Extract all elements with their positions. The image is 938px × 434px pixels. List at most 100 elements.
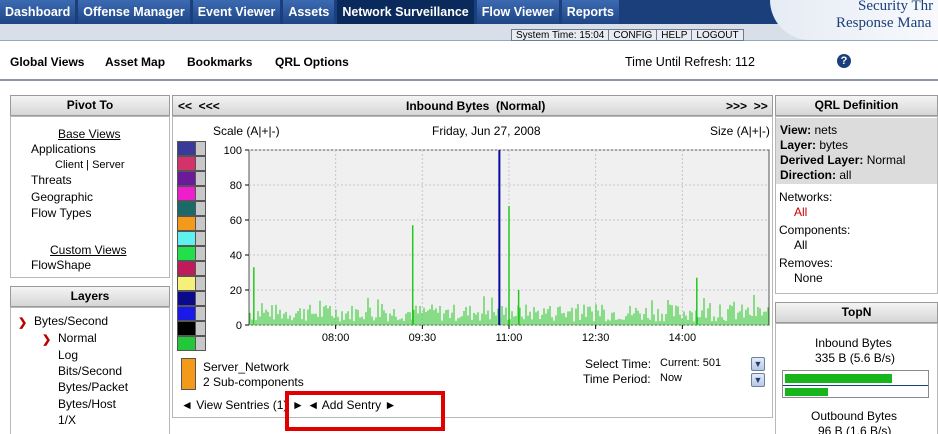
tab-assets[interactable]: Assets	[283, 0, 335, 24]
swatch-toggle[interactable]	[196, 276, 206, 291]
color-swatch[interactable]	[177, 216, 196, 231]
menu-asset-map[interactable]: Asset Map	[105, 55, 165, 69]
logout-link[interactable]: LOGOUT	[692, 29, 744, 41]
legend-name[interactable]: Server_Network	[203, 360, 289, 374]
color-swatch[interactable]	[177, 156, 196, 171]
qrl-direction-label: Direction:	[780, 168, 837, 182]
help-icon[interactable]: ?	[837, 54, 851, 68]
qrl-info-box: View: nets Layer: bytes Derived Layer: N…	[776, 118, 937, 184]
pivot-flowshape[interactable]: FlowShape	[31, 258, 91, 272]
swatch-toggle[interactable]	[196, 171, 206, 186]
x-tick-label: 09:30	[409, 332, 437, 344]
swatch-toggle[interactable]	[196, 291, 206, 306]
graph-nav-forward[interactable]: >>> >>	[726, 99, 768, 113]
topn-inbound-bars[interactable]	[782, 370, 929, 398]
color-swatch[interactable]	[177, 306, 196, 321]
topn-inbound-bar-top-fill	[785, 374, 893, 383]
color-swatch[interactable]	[177, 231, 196, 246]
color-swatch[interactable]	[177, 321, 196, 336]
swatch-toggle[interactable]	[196, 261, 206, 276]
config-link[interactable]: CONFIG	[609, 29, 658, 41]
color-swatch[interactable]	[177, 291, 196, 306]
pivot-header: Pivot To	[10, 95, 170, 116]
qrl-direction: all	[839, 168, 852, 182]
tab-flow-viewer[interactable]: Flow Viewer	[476, 0, 559, 24]
select-time-value[interactable]: Current: 501	[660, 357, 721, 369]
pivot-flow-types[interactable]: Flow Types	[31, 206, 91, 220]
scale-control[interactable]: Scale (A|+|-)	[213, 124, 280, 138]
base-views-heading[interactable]: Base Views	[58, 127, 120, 141]
brand-logo: Security Thr Response Mana	[770, 0, 938, 40]
nav-tabs: Dashboard Offense Manager Event Viewer A…	[0, 0, 622, 24]
y-tick-label: 0	[236, 320, 242, 332]
tab-reports[interactable]: Reports	[561, 0, 620, 24]
y-tick-label: 100	[224, 145, 242, 157]
layer-bytes-host[interactable]: Bytes/Host	[58, 397, 116, 411]
swatch-toggle[interactable]	[196, 231, 206, 246]
custom-views-heading[interactable]: Custom Views	[50, 243, 126, 257]
color-swatch[interactable]	[177, 141, 196, 156]
x-tick-label: 11:00	[496, 332, 523, 344]
tab-event-viewer[interactable]: Event Viewer	[192, 0, 281, 24]
qrl-layer-label: Layer:	[780, 138, 817, 152]
time-period-dropdown-icon[interactable]: ▼	[751, 373, 765, 387]
color-swatch[interactable]	[177, 201, 196, 216]
swatch-toggle[interactable]	[196, 186, 206, 201]
select-time-dropdown-icon[interactable]: ▼	[751, 357, 765, 371]
layer-bytes-second[interactable]: Bytes/Second	[34, 314, 108, 328]
layer-1x[interactable]: 1/X	[58, 413, 76, 427]
inbound-bytes-chart[interactable]: 0 20 40 60 80 100 08:00 09:30 11:00 12:30 14:00	[213, 141, 773, 351]
y-tick-label: 20	[230, 285, 242, 297]
color-swatch[interactable]	[177, 171, 196, 186]
y-tick-label: 60	[230, 215, 242, 227]
swatch-toggle[interactable]	[196, 201, 206, 216]
time-period-value[interactable]: Now	[660, 372, 682, 384]
graph-nav-back[interactable]: << <<<	[178, 99, 220, 113]
swatch-toggle[interactable]	[196, 246, 206, 261]
view-sentries-link[interactable]: ◄ View Sentries (1)	[181, 398, 287, 412]
pivot-client-server[interactable]: Client | Server	[55, 159, 125, 171]
pivot-threats[interactable]: Threats	[31, 173, 72, 187]
topn-inbound-label: Inbound Bytes	[815, 336, 892, 350]
color-swatch[interactable]	[177, 246, 196, 261]
color-swatch[interactable]	[177, 336, 196, 351]
x-tick-label: 08:00	[322, 332, 350, 344]
swatch-toggle[interactable]	[196, 321, 206, 336]
menu-bookmarks[interactable]: Bookmarks	[187, 55, 252, 69]
swatch-toggle[interactable]	[196, 216, 206, 231]
color-swatch[interactable]	[177, 186, 196, 201]
help-link[interactable]: HELP	[657, 29, 693, 41]
networks-value[interactable]: All	[794, 205, 807, 219]
color-swatch[interactable]	[177, 276, 196, 291]
qrl-header: QRL Definition	[775, 95, 938, 116]
layer-bytes-packet[interactable]: Bytes/Packet	[58, 380, 128, 394]
qrl-derived-layer: Normal	[866, 153, 906, 167]
layer-bits-second[interactable]: Bits/Second	[58, 364, 122, 378]
swatch-toggle[interactable]	[196, 141, 206, 156]
menu-global-views[interactable]: Global Views	[10, 55, 84, 69]
pivot-applications[interactable]: Applications	[31, 142, 96, 156]
tab-dashboard[interactable]: Dashboard	[0, 0, 76, 24]
components-value[interactable]: All	[794, 238, 807, 252]
swatch-toggle[interactable]	[196, 336, 206, 351]
tab-network-surveillance[interactable]: Network Surveillance	[337, 0, 474, 24]
pivot-geographic[interactable]: Geographic	[31, 190, 93, 204]
legend-subcomponents[interactable]: 2 Sub-components	[203, 375, 304, 389]
qrl-view-label: View:	[780, 123, 812, 137]
pivot-panel: Base Views Applications Client | Server …	[10, 116, 170, 278]
layer-normal[interactable]: Normal	[58, 331, 97, 345]
swatch-toggle[interactable]	[196, 156, 206, 171]
menu-qrl-options[interactable]: QRL Options	[275, 55, 349, 69]
size-control[interactable]: Size (A|+|-)	[710, 124, 770, 138]
layer-log[interactable]: Log	[58, 348, 78, 362]
tab-offense-manager[interactable]: Offense Manager	[78, 0, 190, 24]
topn-inbound-value: 335 B (5.6 B/s)	[815, 351, 896, 365]
swatch-toggle[interactable]	[196, 306, 206, 321]
topn-inbound-bar-bottom-fill	[785, 388, 828, 396]
color-swatch[interactable]	[177, 261, 196, 276]
graph-panel: Scale (A|+|-) Friday, Jun 27, 2008 Size …	[172, 116, 773, 418]
topn-header: TopN	[775, 302, 938, 323]
graph-date: Friday, Jun 27, 2008	[432, 124, 541, 138]
selected-arrow-icon: ❯	[18, 317, 28, 329]
qrl-view: nets	[814, 123, 838, 137]
